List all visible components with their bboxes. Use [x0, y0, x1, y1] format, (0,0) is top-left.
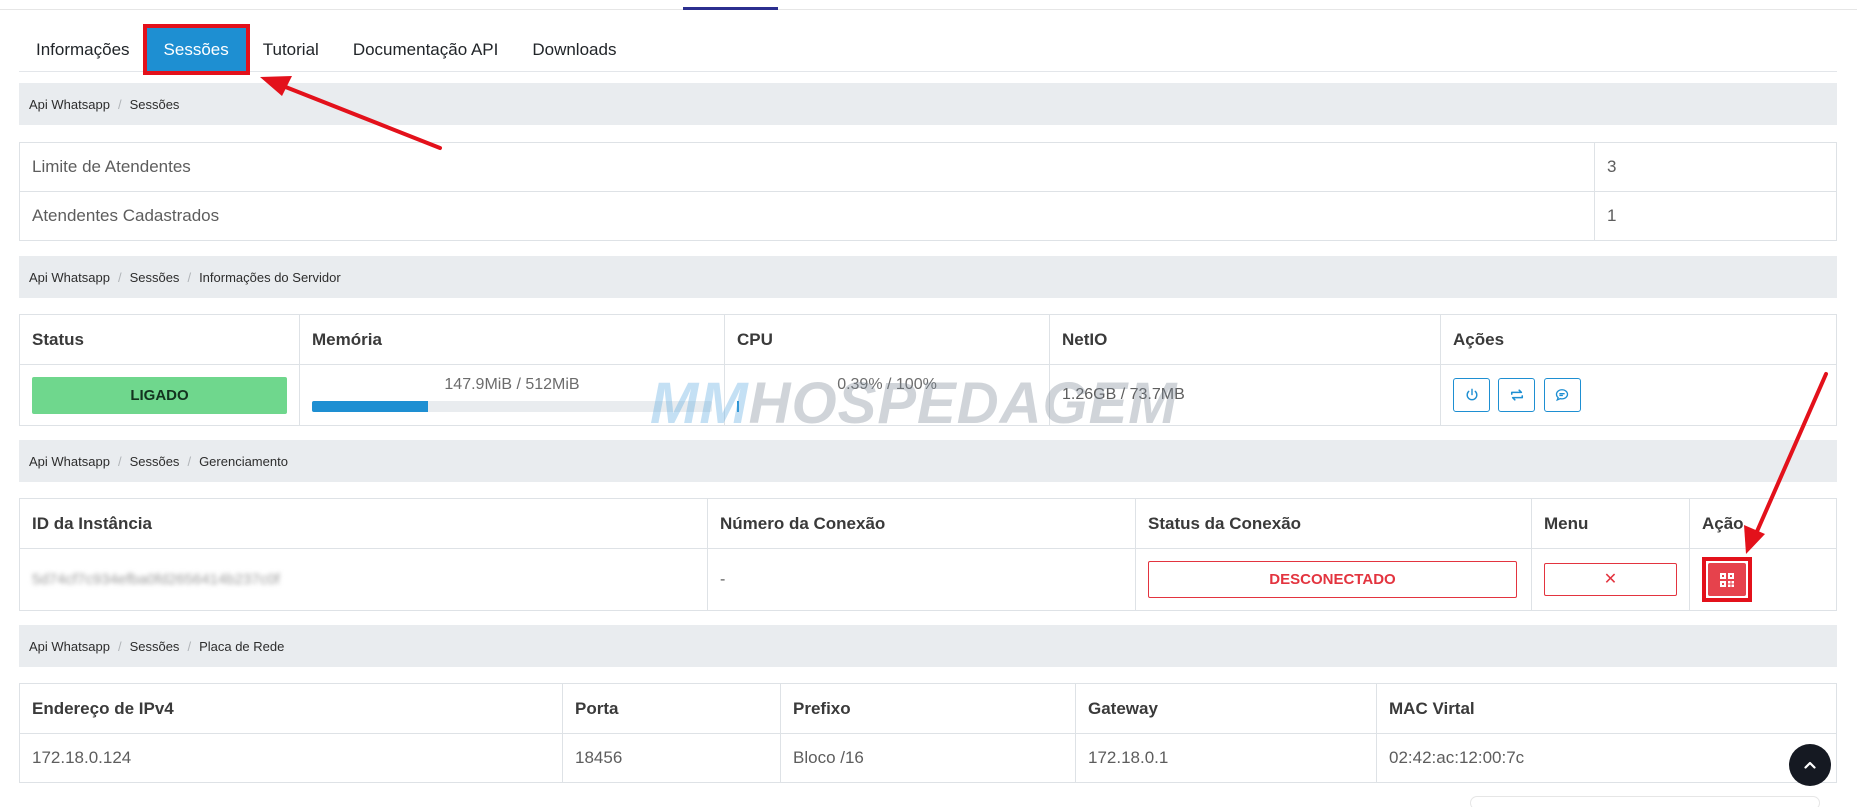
menu-close-button[interactable]: ✕	[1544, 563, 1677, 596]
column-header: Gateway	[1075, 683, 1377, 734]
main-content: Informações Sessões Tutorial Documentaçã…	[19, 23, 1837, 783]
column-header: Status da Conexão	[1135, 498, 1532, 549]
netio-cell: 1.26GB / 73.7MB	[1049, 364, 1441, 426]
manage-table: ID da Instância Número da Conexão Status…	[19, 498, 1837, 611]
column-header: Número da Conexão	[707, 498, 1136, 549]
tab-sessoes[interactable]: Sessões	[142, 23, 250, 75]
column-header: Status	[19, 314, 300, 365]
tab-informacoes[interactable]: Informações	[19, 27, 147, 72]
column-header: Prefixo	[780, 683, 1076, 734]
ipv4-value: 172.18.0.124	[19, 733, 563, 783]
table-header-row: ID da Instância Número da Conexão Status…	[19, 498, 1837, 549]
breadcrumb-separator: /	[187, 453, 192, 469]
table-row: LIGADO 147.9MiB / 512MiB 0.39% / 100% 1.…	[19, 364, 1837, 426]
port-value: 18456	[562, 733, 781, 783]
tab-documentacao-api[interactable]: Documentação API	[336, 27, 516, 72]
breadcrumb-sessions: Api Whatsapp / Sessões	[19, 83, 1837, 125]
connection-status-cell: DESCONECTADO	[1135, 548, 1532, 611]
top-nav-active-indicator	[683, 7, 778, 10]
prefix-value: Bloco /16	[780, 733, 1076, 783]
column-header: Menu	[1531, 498, 1690, 549]
chat-icon	[1556, 389, 1569, 402]
memory-cell: 147.9MiB / 512MiB	[299, 364, 725, 426]
instance-id: 5d74cf7c934efba0fd2656414b237c0f	[32, 570, 280, 588]
breadcrumb-item: Gerenciamento	[199, 453, 288, 469]
mac-value: 02:42:ac:12:00:7c	[1376, 733, 1837, 783]
cpu-cell: 0.39% / 100%	[724, 364, 1050, 426]
column-header: Endereço de IPv4	[19, 683, 563, 734]
breadcrumb-item: Sessões	[129, 96, 180, 112]
restart-button[interactable]	[1498, 378, 1536, 412]
status-cell: LIGADO	[19, 364, 300, 426]
chat-button[interactable]	[1543, 378, 1581, 412]
column-header: ID da Instância	[19, 498, 708, 549]
breadcrumb-item[interactable]: Api Whatsapp	[29, 97, 110, 112]
qr-code-button[interactable]	[1708, 563, 1746, 596]
tab-downloads[interactable]: Downloads	[515, 27, 633, 72]
instance-id-cell: 5d74cf7c934efba0fd2656414b237c0f	[19, 548, 708, 611]
breadcrumb-manage: Api Whatsapp / Sessões / Gerenciamento	[19, 440, 1837, 482]
power-icon	[1466, 388, 1477, 401]
column-header: Ação	[1689, 498, 1837, 549]
table-row: Atendentes Cadastrados 1	[19, 191, 1837, 241]
breadcrumb-network: Api Whatsapp / Sessões / Placa de Rede	[19, 625, 1837, 667]
limits-table: Limite de Atendentes 3 Atendentes Cadast…	[19, 142, 1837, 241]
gateway-value: 172.18.0.1	[1075, 733, 1377, 783]
tab-bar: Informações Sessões Tutorial Documentaçã…	[19, 23, 1837, 75]
breadcrumb-separator: /	[117, 453, 122, 469]
memory-progress-fill	[312, 401, 428, 412]
breadcrumb-item[interactable]: Api Whatsapp	[29, 270, 110, 285]
column-header: Ações	[1440, 314, 1837, 365]
highlight-box	[1702, 557, 1752, 602]
menu-cell: ✕	[1531, 548, 1690, 611]
scroll-to-top-button[interactable]	[1789, 744, 1831, 786]
memory-usage-text: 147.9MiB / 512MiB	[444, 376, 580, 393]
network-table: Endereço de IPv4 Porta Prefixo Gateway M…	[19, 683, 1837, 783]
limit-label: Limite de Atendentes	[19, 142, 1595, 192]
server-info-table: Status Memória CPU NetIO Ações LIGADO 14…	[19, 314, 1837, 426]
column-header: Porta	[562, 683, 781, 734]
disconnected-status-button[interactable]: DESCONECTADO	[1148, 561, 1517, 598]
breadcrumb-item[interactable]: Sessões	[130, 454, 180, 469]
column-header: CPU	[724, 314, 1050, 365]
table-header-row: Status Memória CPU NetIO Ações	[19, 314, 1837, 365]
breadcrumb-item: Placa de Rede	[199, 638, 285, 654]
partial-floating-panel	[1470, 796, 1820, 807]
cpu-usage-text: 0.39% / 100%	[837, 376, 937, 393]
memory-progress-bar	[312, 401, 712, 412]
column-header: NetIO	[1049, 314, 1441, 365]
registered-value: 1	[1594, 191, 1837, 241]
actions-cell	[1440, 364, 1837, 426]
breadcrumb-item[interactable]: Api Whatsapp	[29, 454, 110, 469]
breadcrumb-separator: /	[117, 96, 122, 112]
column-header: MAC Virtal	[1376, 683, 1837, 734]
table-row: 172.18.0.124 18456 Bloco /16 172.18.0.1 …	[19, 733, 1837, 783]
breadcrumb-separator: /	[187, 638, 192, 654]
connection-number: -	[707, 548, 1136, 611]
registered-label: Atendentes Cadastrados	[19, 191, 1595, 241]
breadcrumb-item: Informações do Servidor	[199, 269, 341, 285]
qr-code-icon	[1720, 572, 1734, 587]
table-row: 5d74cf7c934efba0fd2656414b237c0f - DESCO…	[19, 548, 1837, 611]
breadcrumb-server: Api Whatsapp / Sessões / Informações do …	[19, 256, 1837, 298]
breadcrumb-item[interactable]: Sessões	[130, 639, 180, 654]
chevron-up-icon	[1804, 761, 1816, 769]
power-button[interactable]	[1453, 378, 1490, 412]
action-cell	[1689, 548, 1837, 611]
top-divider	[0, 9, 1857, 10]
breadcrumb-item[interactable]: Sessões	[130, 270, 180, 285]
breadcrumb-item[interactable]: Api Whatsapp	[29, 639, 110, 654]
cpu-progress-fill	[737, 401, 739, 412]
limit-value: 3	[1594, 142, 1837, 192]
column-header: Memória	[299, 314, 725, 365]
breadcrumb-separator: /	[117, 638, 122, 654]
breadcrumb-separator: /	[187, 269, 192, 285]
restart-icon	[1510, 389, 1523, 401]
breadcrumb-separator: /	[117, 269, 122, 285]
status-badge: LIGADO	[32, 376, 287, 414]
table-header-row: Endereço de IPv4 Porta Prefixo Gateway M…	[19, 683, 1837, 734]
tab-tutorial[interactable]: Tutorial	[246, 27, 336, 72]
table-row: Limite de Atendentes 3	[19, 142, 1837, 192]
